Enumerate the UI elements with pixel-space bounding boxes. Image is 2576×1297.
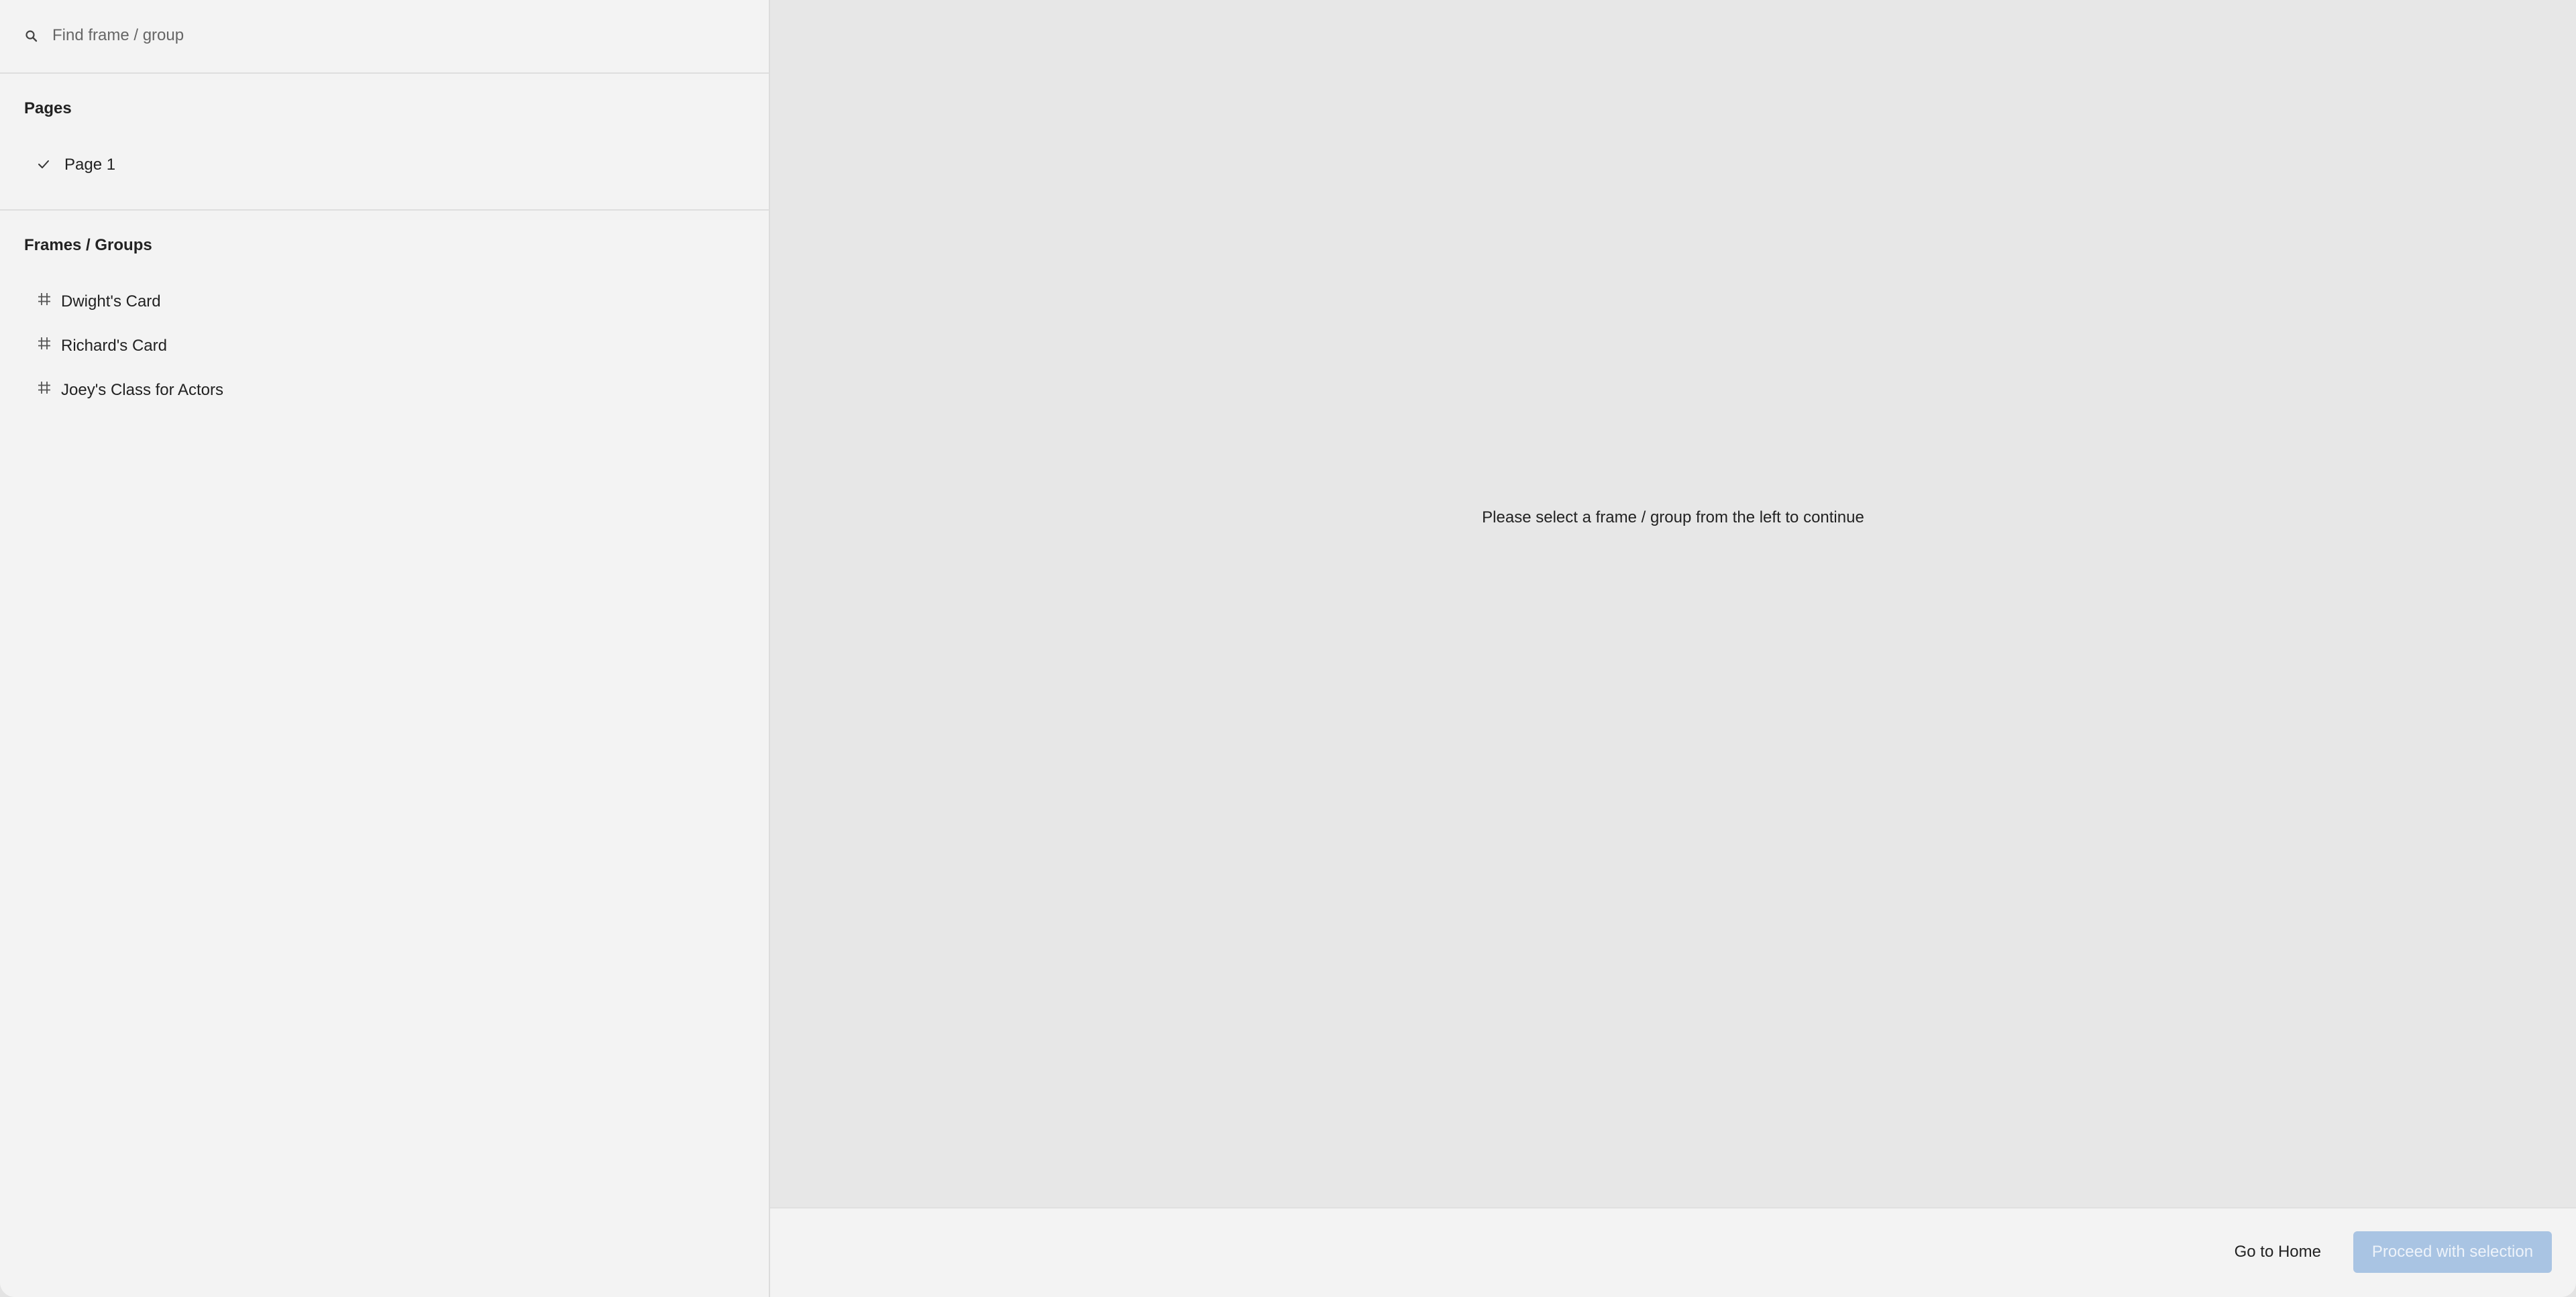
frame-item-label: Dwight's Card — [61, 292, 161, 311]
search-input[interactable] — [52, 20, 737, 51]
page-item-label: Page 1 — [64, 156, 116, 174]
go-to-home-button[interactable]: Go to Home — [2218, 1231, 2337, 1273]
hash-icon — [38, 382, 50, 394]
search-bar — [0, 0, 769, 74]
pages-heading: Pages — [24, 99, 72, 117]
frame-item-label: Joey's Class for Actors — [61, 381, 223, 399]
frames-heading: Frames / Groups — [24, 236, 152, 254]
frame-item-joeys-class-for-actors[interactable]: Joey's Class for Actors — [24, 373, 745, 406]
page-item-page-1[interactable]: Page 1 — [24, 148, 745, 181]
hash-icon — [38, 293, 50, 305]
search-icon — [25, 30, 38, 42]
app-window: Pages Page 1 Frames / Groups Dwight's Ca… — [0, 0, 2576, 1297]
pages-section: Pages Page 1 — [0, 74, 769, 211]
check-icon — [38, 160, 49, 168]
empty-state-message: Please select a frame / group from the l… — [1482, 508, 1864, 526]
footer-bar: Go to Home Proceed with selection — [770, 1207, 2576, 1297]
preview-area: Please select a frame / group from the l… — [770, 0, 2576, 1207]
frame-item-richards-card[interactable]: Richard's Card — [24, 329, 745, 362]
proceed-with-selection-button[interactable]: Proceed with selection — [2353, 1231, 2552, 1273]
sidebar: Pages Page 1 Frames / Groups Dwight's Ca… — [0, 0, 770, 1297]
frame-item-label: Richard's Card — [61, 337, 167, 355]
hash-icon — [38, 337, 50, 349]
frame-item-dwights-card[interactable]: Dwight's Card — [24, 284, 745, 318]
